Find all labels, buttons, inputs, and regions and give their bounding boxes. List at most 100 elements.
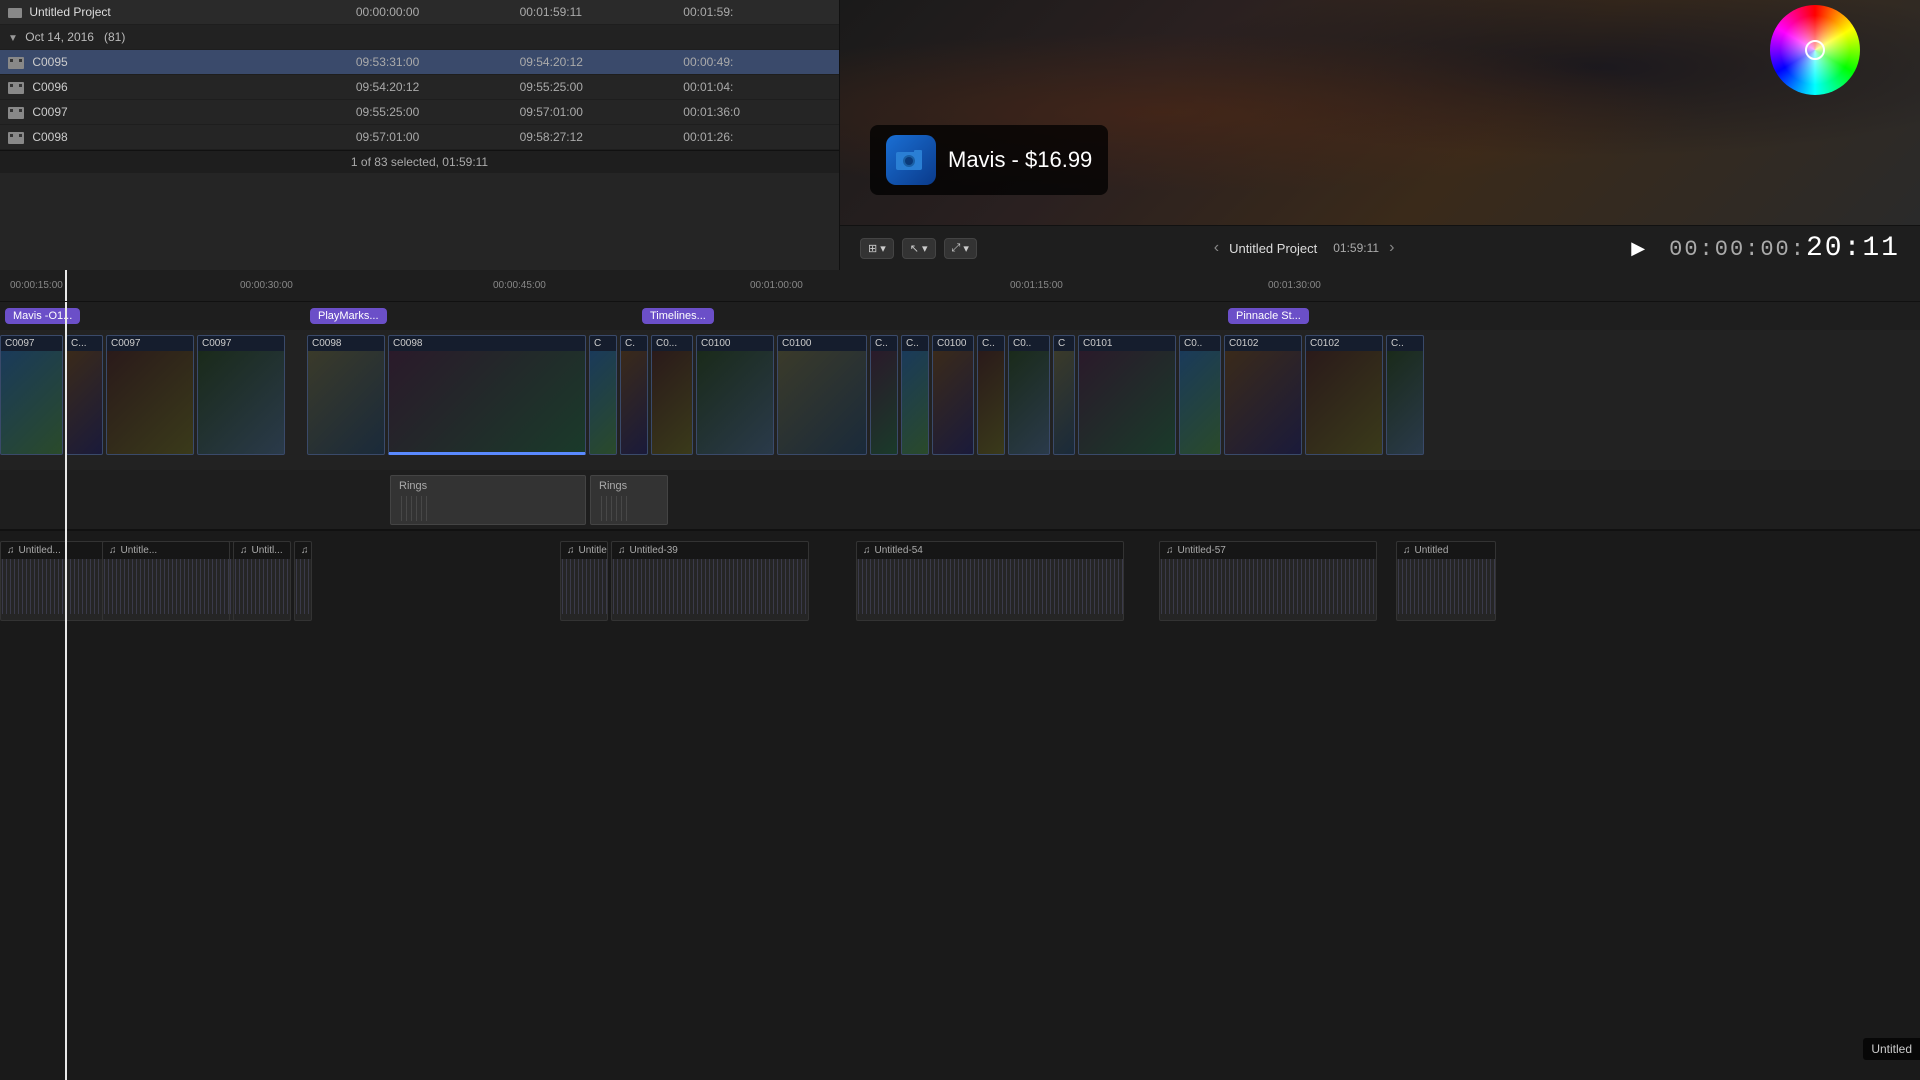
clip-c0102-1[interactable]: C0102 bbox=[1224, 335, 1302, 455]
clip-c0101[interactable]: C0101 bbox=[1078, 335, 1176, 455]
annotation-timelines[interactable]: Timelines... bbox=[642, 308, 714, 324]
audio-untitl-3[interactable]: ♫ Untitl... bbox=[233, 541, 291, 621]
group-row[interactable]: ▼ Oct 14, 2016 (81) bbox=[0, 25, 839, 50]
browser-table: Untitled Project 00:00:00:00 00:01:59:11… bbox=[0, 0, 839, 150]
ruler-label-6: 00:01:30:00 bbox=[1268, 280, 1321, 291]
app-name: Mavis - $16.99 bbox=[948, 147, 1092, 173]
prev-arrow[interactable]: ‹ bbox=[1214, 239, 1219, 257]
annotation-pinnacle[interactable]: Pinnacle St... bbox=[1228, 308, 1309, 324]
color-wheel-center bbox=[1805, 40, 1825, 60]
clip-c-5[interactable]: C.. bbox=[870, 335, 898, 455]
audio-untitle-5[interactable]: ♫ Untitle... bbox=[560, 541, 608, 621]
project-row[interactable]: Untitled Project 00:00:00:00 00:01:59:11… bbox=[0, 0, 839, 25]
clip-dur: 00:01:04: bbox=[675, 75, 839, 100]
clip-c0097-3[interactable]: C0097 bbox=[106, 335, 194, 455]
controls-left: ⊞ ▾ ↖ ▾ ⤢ ▾ bbox=[860, 238, 977, 259]
waveform-2 bbox=[599, 496, 627, 521]
clip-dur: 00:00:49: bbox=[675, 50, 839, 75]
clip-c-2[interactable]: C... bbox=[66, 335, 103, 455]
timeline-info-center: ‹ Untitled Project 01:59:11 › bbox=[1214, 239, 1395, 257]
clip-strip: C0097 C... C0097 C0097 C0098 C0098 bbox=[0, 330, 1920, 470]
audio-untitled-54[interactable]: ♫ Untitled-54 bbox=[856, 541, 1124, 621]
audio-untitled-39[interactable]: ♫ Untitled-39 bbox=[611, 541, 809, 621]
audio-wave-9 bbox=[1397, 559, 1495, 614]
playback-controls: ▶ 00:00:00:20:11 bbox=[1631, 233, 1900, 264]
clip-c0098-2[interactable]: C0098 bbox=[388, 335, 586, 455]
timecode-prefix: 00:00:00: bbox=[1669, 237, 1806, 262]
untitled-label: Untitled bbox=[1415, 545, 1449, 556]
clip-row-c0095[interactable]: C0095 09:53:31:00 09:54:20:12 00:00:49: bbox=[0, 50, 839, 75]
timeline-section: 00:00:15:00 00:00:30:00 00:00:45:00 00:0… bbox=[0, 270, 1920, 1080]
timecode-display: 00:00:00:20:11 bbox=[1669, 233, 1900, 264]
audio-wave-2 bbox=[103, 559, 229, 614]
next-arrow[interactable]: › bbox=[1389, 239, 1394, 257]
audio-rings-2[interactable]: Rings bbox=[590, 475, 668, 525]
clip-row-c0098[interactable]: C0098 09:57:01:00 09:58:27:12 00:01:26: bbox=[0, 125, 839, 150]
clip-c0097-1[interactable]: C0097 bbox=[0, 335, 63, 455]
audio-wave-8 bbox=[1160, 559, 1376, 614]
clip-end: 09:58:27:12 bbox=[512, 125, 676, 150]
collapse-arrow[interactable]: ▼ bbox=[8, 33, 18, 44]
clip-icon-c0096 bbox=[8, 82, 24, 94]
preview-video: Mavis - $16.99 bbox=[840, 0, 1920, 225]
timeline-content: Mavis -O1... PlayMarks... Timelines... P… bbox=[0, 302, 1920, 1080]
audio-untitle-2[interactable]: ♫ Untitle... bbox=[102, 541, 230, 621]
clip-name: C0096 bbox=[32, 80, 67, 94]
clip-c0097-4[interactable]: C0097 bbox=[197, 335, 285, 455]
timeline-ruler: 00:00:15:00 00:00:30:00 00:00:45:00 00:0… bbox=[0, 270, 1920, 302]
annotation-mavis[interactable]: Mavis -O1... bbox=[5, 308, 80, 324]
app-card: Mavis - $16.99 bbox=[870, 125, 1108, 195]
clip-row-c0096[interactable]: C0096 09:54:20:12 09:55:25:00 00:01:04: bbox=[0, 75, 839, 100]
tool-select-btn[interactable]: ↖ ▾ bbox=[902, 238, 936, 259]
audio-wave-4 bbox=[295, 559, 311, 614]
waveform-1 bbox=[399, 496, 427, 521]
audio-wave-5 bbox=[561, 559, 607, 614]
audio-untitled-end[interactable]: ♫ Untitled bbox=[1396, 541, 1496, 621]
clip-name: C0097 bbox=[32, 105, 67, 119]
color-wheel-ring bbox=[1770, 5, 1860, 95]
clip-row-c0097[interactable]: C0097 09:55:25:00 09:57:01:00 00:01:36:0 bbox=[0, 100, 839, 125]
annotation-bar: Mavis -O1... PlayMarks... Timelines... P… bbox=[0, 302, 1920, 330]
group-count: (81) bbox=[104, 30, 125, 44]
playhead bbox=[65, 270, 67, 301]
clip-name: C0098 bbox=[32, 130, 67, 144]
clip-c0100-1[interactable]: C0100 bbox=[696, 335, 774, 455]
audio-wave-7 bbox=[857, 559, 1123, 614]
bottom-right-untitled: Untitled bbox=[1863, 1038, 1920, 1060]
clip-start: 09:53:31:00 bbox=[348, 50, 512, 75]
clip-c0102-2[interactable]: C0102 bbox=[1305, 335, 1383, 455]
play-button[interactable]: ▶ bbox=[1631, 238, 1645, 259]
timeline-duration-display: 01:59:11 bbox=[1333, 241, 1379, 255]
project-start: 00:00:00:00 bbox=[348, 0, 512, 25]
bottom-label-text: Untitled bbox=[1871, 1042, 1912, 1056]
clip-end: 09:54:20:12 bbox=[512, 50, 676, 75]
bottom-audio-section: ♫ Untitled... ♫ Untitle... ♫ Untitl... bbox=[0, 530, 1920, 630]
view-mode-btn[interactable]: ⊞ ▾ bbox=[860, 238, 894, 259]
clip-c0-2[interactable]: C0.. bbox=[1008, 335, 1050, 455]
preview-controls: ⊞ ▾ ↖ ▾ ⤢ ▾ ‹ Untitled Project 01:59:11 … bbox=[840, 225, 1920, 270]
clip-c-9[interactable]: C.. bbox=[1386, 335, 1424, 455]
clip-c0098-1[interactable]: C0098 bbox=[307, 335, 385, 455]
clip-c-4[interactable]: C. bbox=[620, 335, 648, 455]
clip-c-7[interactable]: C.. bbox=[977, 335, 1005, 455]
camera-icon bbox=[896, 148, 926, 172]
transform-btn[interactable]: ⤢ ▾ bbox=[944, 238, 977, 259]
clip-c0-1[interactable]: C0... bbox=[651, 335, 693, 455]
audio-wave-3 bbox=[234, 559, 290, 614]
clip-c-8[interactable]: C bbox=[1053, 335, 1075, 455]
audio-untitled-57[interactable]: ♫ Untitled-57 bbox=[1159, 541, 1377, 621]
audio-rings-1[interactable]: Rings bbox=[390, 475, 586, 525]
clip-c0100-2[interactable]: C0100 bbox=[777, 335, 867, 455]
clip-c-6[interactable]: C.. bbox=[901, 335, 929, 455]
timecode-main: 20:11 bbox=[1806, 233, 1900, 264]
annotation-playmarks[interactable]: PlayMarks... bbox=[310, 308, 387, 324]
clip-c-3[interactable]: C bbox=[589, 335, 617, 455]
clip-start: 09:54:20:12 bbox=[348, 75, 512, 100]
clip-start: 09:57:01:00 bbox=[348, 125, 512, 150]
clip-end: 09:57:01:00 bbox=[512, 100, 676, 125]
project-name: Untitled Project bbox=[29, 5, 110, 19]
audio-u-4[interactable]: ♫ U bbox=[294, 541, 312, 621]
clip-end: 09:55:25:00 bbox=[512, 75, 676, 100]
clip-c0100-3[interactable]: C0100 bbox=[932, 335, 974, 455]
clip-c0-3[interactable]: C0.. bbox=[1179, 335, 1221, 455]
